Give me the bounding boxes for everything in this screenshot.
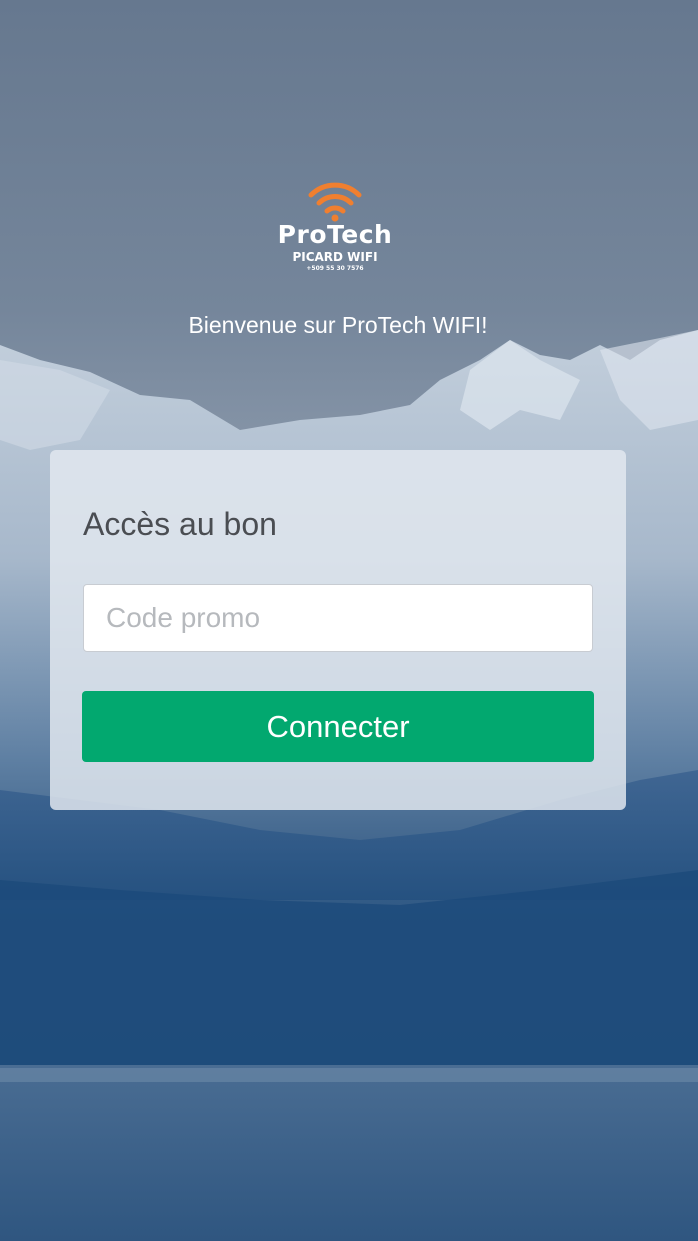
protech-logo: ProTech PICARD WIFI +509 55 30 7576 [270,180,400,280]
voucher-card: Accès au bon Connecter [50,450,626,810]
logo-subtitle: PICARD WIFI [292,250,378,264]
logo-phone: +509 55 30 7576 [306,265,364,272]
promo-code-input[interactable] [83,584,593,652]
welcome-message: Bienvenue sur ProTech WIFI! [188,312,488,338]
card-title: Accès au bon [83,506,277,542]
wifi-icon [308,182,362,222]
logo-name: ProTech [277,220,393,249]
connect-button[interactable]: Connecter [82,691,594,762]
